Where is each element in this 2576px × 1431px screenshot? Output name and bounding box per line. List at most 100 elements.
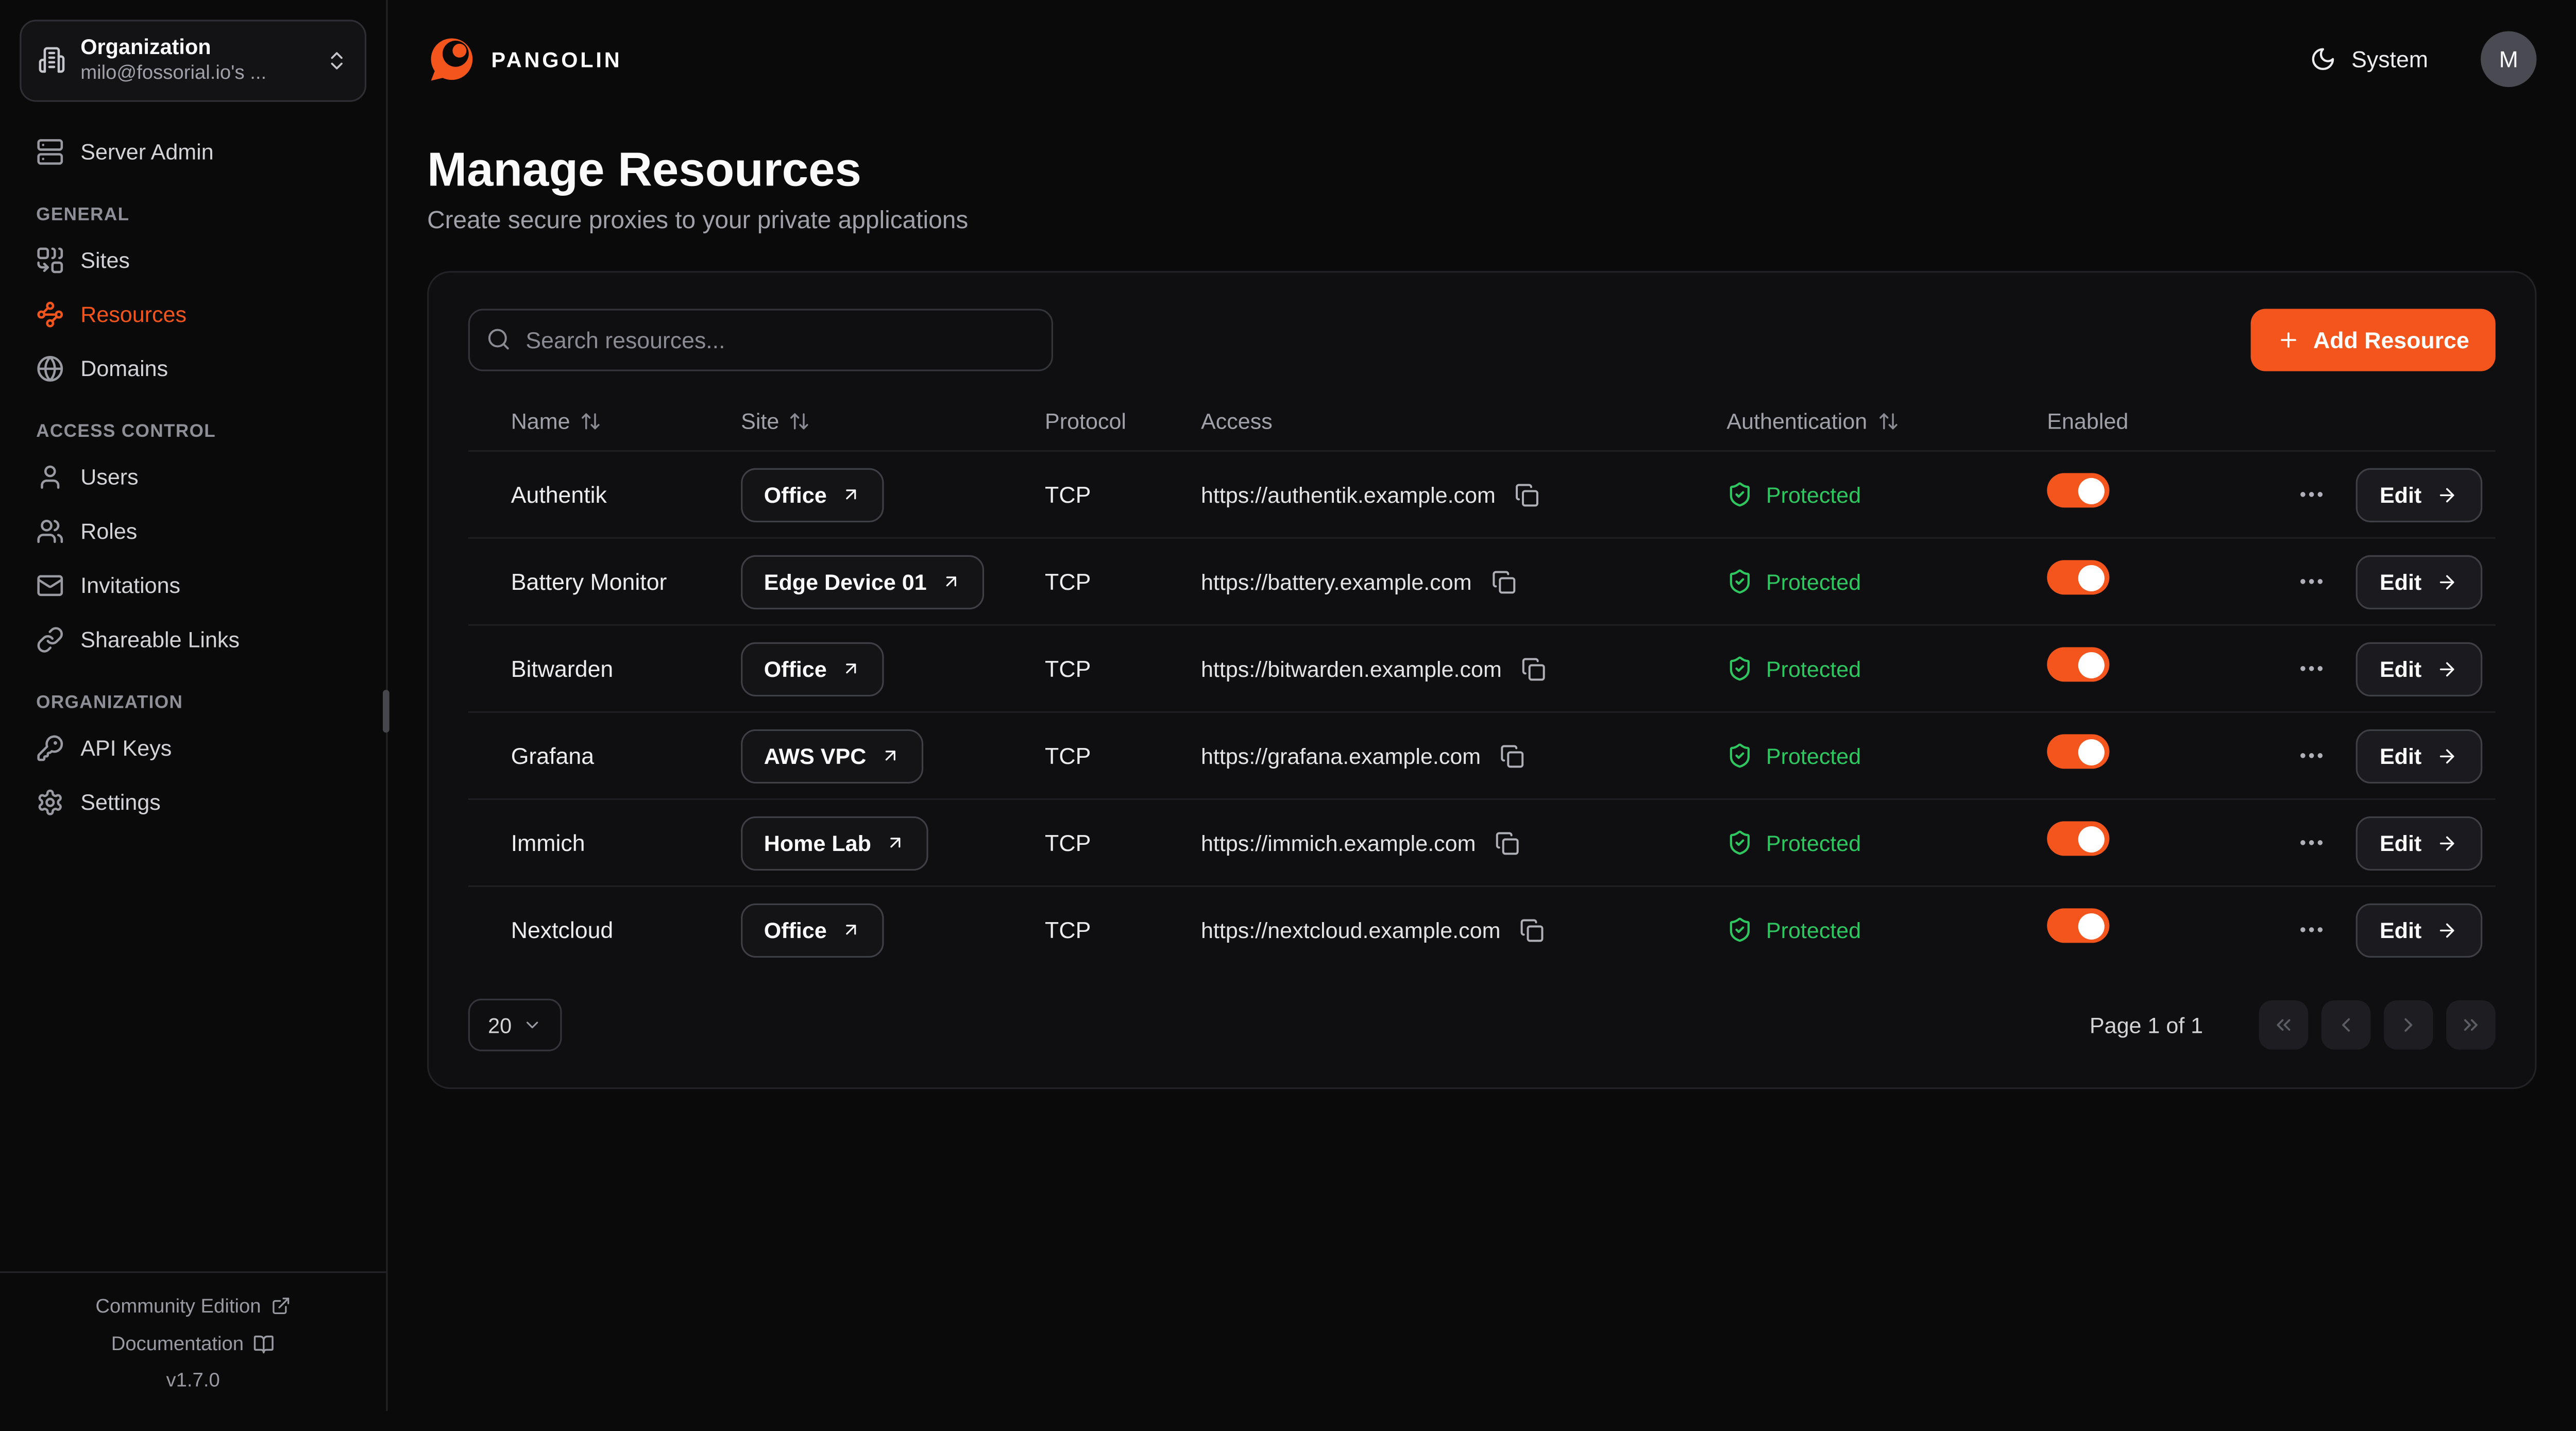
documentation-link[interactable]: Documentation	[101, 1331, 285, 1357]
site-link-button[interactable]: Edge Device 01	[741, 554, 984, 608]
sidebar: Organization milo@fossorial.io's ... Ser…	[0, 0, 388, 1411]
sidebar-item-resources[interactable]: Resources	[20, 287, 366, 342]
edit-button[interactable]: Edit	[2355, 641, 2482, 695]
enabled-toggle[interactable]	[2047, 908, 2109, 943]
site-name: Office	[764, 917, 827, 942]
copy-icon	[1520, 917, 1545, 942]
edit-button[interactable]: Edit	[2355, 728, 2482, 782]
column-header-authentication[interactable]: Authentication	[1726, 408, 2047, 433]
previous-page-button[interactable]	[2321, 1000, 2371, 1050]
sidebar-section-label: ACCESS CONTROL	[36, 422, 350, 441]
arrow-up-right-icon	[842, 659, 861, 678]
arrow-right-icon	[2436, 571, 2458, 592]
server-icon	[36, 138, 64, 165]
search-input[interactable]	[468, 309, 1053, 371]
chevron-right-icon	[2397, 1013, 2420, 1036]
last-page-button[interactable]	[2446, 1000, 2496, 1050]
enabled-toggle[interactable]	[2047, 560, 2109, 594]
copy-url-button[interactable]	[1517, 914, 1548, 946]
sites-icon	[36, 246, 64, 274]
brand-name: PANGOLIN	[491, 47, 622, 72]
site-link-button[interactable]: Home Lab	[741, 815, 928, 870]
ellipsis-icon	[2296, 828, 2325, 857]
enabled-toggle[interactable]	[2047, 647, 2109, 682]
sidebar-item-sites[interactable]: Sites	[20, 233, 366, 287]
sort-icon	[1877, 410, 1898, 431]
resource-name: Immich	[511, 829, 741, 856]
row-menu-button[interactable]	[2293, 825, 2329, 861]
access-url: https://grafana.example.com	[1201, 743, 1481, 768]
chevrons-up-down-icon	[325, 49, 348, 72]
site-name: Office	[764, 656, 827, 681]
page-size-value: 20	[488, 1013, 512, 1037]
pangolin-logo-icon	[427, 35, 477, 84]
sidebar-section: GENERAL Sites Resources Domains	[20, 205, 366, 396]
sidebar-item-api-keys[interactable]: API Keys	[20, 721, 366, 775]
site-link-button[interactable]: AWS VPC	[741, 728, 924, 782]
copy-url-button[interactable]	[1492, 827, 1523, 859]
sidebar-item-invitations[interactable]: Invitations	[20, 558, 366, 612]
site-link-button[interactable]: Office	[741, 902, 884, 957]
site-link-button[interactable]: Office	[741, 467, 884, 521]
edit-button[interactable]: Edit	[2355, 902, 2482, 957]
table-row: Nextcloud Office TCP https://nextcloud.e…	[468, 885, 2496, 973]
ellipsis-icon	[2296, 654, 2325, 683]
row-menu-button[interactable]	[2293, 738, 2329, 774]
sidebar-item-domains[interactable]: Domains	[20, 342, 366, 396]
shield-check-icon	[1726, 481, 1753, 507]
access-url: https://nextcloud.example.com	[1201, 917, 1500, 942]
enabled-toggle[interactable]	[2047, 821, 2109, 856]
enabled-toggle[interactable]	[2047, 734, 2109, 769]
sidebar-item-settings[interactable]: Settings	[20, 775, 366, 829]
first-page-button[interactable]	[2259, 1000, 2309, 1050]
resources-card: Add Resource Name Site Protocol	[427, 271, 2536, 1089]
copy-url-button[interactable]	[1497, 740, 1529, 772]
ellipsis-icon	[2296, 567, 2325, 596]
documentation-label: Documentation	[111, 1332, 244, 1355]
sidebar-item-roles[interactable]: Roles	[20, 504, 366, 558]
row-menu-button[interactable]	[2293, 912, 2329, 948]
protocol-label: TCP	[1045, 568, 1201, 594]
copy-icon	[1492, 569, 1516, 594]
sidebar-item-server-admin[interactable]: Server Admin	[20, 125, 366, 179]
org-switcher[interactable]: Organization milo@fossorial.io's ...	[20, 20, 366, 101]
sidebar-resize-handle[interactable]	[383, 690, 389, 732]
arrow-right-icon	[2436, 745, 2458, 766]
column-header-name[interactable]: Name	[511, 408, 741, 433]
topbar-right: System M	[2300, 31, 2536, 87]
user-icon	[36, 463, 64, 491]
authentication-status: Protected	[1766, 482, 1861, 507]
mail-icon	[36, 571, 64, 599]
protocol-label: TCP	[1045, 742, 1201, 769]
enabled-toggle[interactable]	[2047, 473, 2109, 507]
site-name: AWS VPC	[764, 743, 867, 768]
column-header-site[interactable]: Site	[741, 408, 1045, 433]
community-edition-link[interactable]: Community Edition	[86, 1293, 300, 1319]
copy-url-button[interactable]	[1488, 566, 1519, 598]
arrow-right-icon	[2436, 484, 2458, 505]
edit-button[interactable]: Edit	[2355, 815, 2482, 870]
resource-name: Grafana	[511, 742, 741, 769]
row-menu-button[interactable]	[2293, 651, 2329, 687]
column-header-access: Access	[1201, 408, 1726, 433]
table-header: Name Site Protocol Access Authenticati	[468, 391, 2496, 450]
sidebar-item-users[interactable]: Users	[20, 450, 366, 504]
external-link-icon	[271, 1296, 291, 1316]
site-link-button[interactable]: Office	[741, 641, 884, 695]
edit-button[interactable]: Edit	[2355, 467, 2482, 521]
sidebar-item-label: Server Admin	[80, 140, 213, 164]
page-size-select[interactable]: 20	[468, 999, 563, 1051]
row-menu-button[interactable]	[2293, 564, 2329, 600]
edit-button[interactable]: Edit	[2355, 554, 2482, 608]
next-page-button[interactable]	[2384, 1000, 2433, 1050]
add-resource-button[interactable]: Add Resource	[2251, 309, 2496, 371]
topbar: PANGOLIN System M	[388, 0, 2576, 118]
theme-toggle-button[interactable]: System	[2300, 44, 2438, 74]
avatar[interactable]: M	[2481, 31, 2536, 87]
search-box	[468, 309, 1053, 371]
copy-url-button[interactable]	[1518, 653, 1550, 685]
chevrons-right-icon	[2460, 1013, 2483, 1036]
copy-url-button[interactable]	[1512, 479, 1544, 510]
row-menu-button[interactable]	[2293, 476, 2329, 513]
sidebar-item-shareable-links[interactable]: Shareable Links	[20, 612, 366, 667]
